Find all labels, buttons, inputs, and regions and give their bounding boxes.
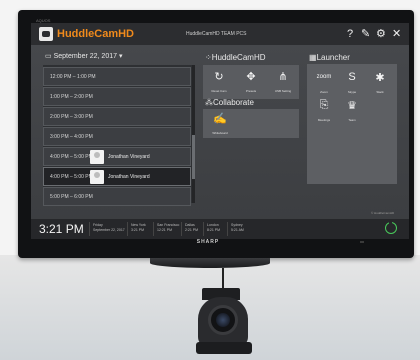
calendar-date-picker[interactable]: ▭ September 22, 2017 ▾ — [45, 52, 122, 60]
reset-cam-tile[interactable]: ↻ Reset Cam — [206, 68, 232, 96]
room-name: HuddleCamHD TEAM PCS — [186, 31, 247, 37]
whiteboard-tile[interactable]: ✍ Whiteboard — [207, 110, 233, 138]
share-icon: ⁂ — [205, 98, 213, 107]
slot-time: 12:00 PM – 1:00 PM — [50, 74, 96, 80]
launcher-app-zoom[interactable]: zoom Zoom — [311, 69, 337, 97]
slot-organizer: Jonathan Vineyard — [108, 174, 150, 180]
usb-icon: ⋔ — [278, 71, 288, 83]
avatar — [90, 170, 104, 184]
tile-label: Reset Cam — [211, 89, 227, 93]
divider — [89, 222, 90, 236]
camera-lens-icon — [216, 313, 230, 327]
avatar — [90, 150, 104, 164]
calendar-slot[interactable]: 5:00 PM – 6:00 PM — [43, 187, 191, 206]
huddle-section-title: ⁘HuddleCamHD — [205, 53, 266, 62]
zone-dallas: Dallas 2:21 PM — [185, 223, 199, 232]
skype-icon: S — [348, 71, 356, 83]
close-icon[interactable]: ✕ — [392, 27, 401, 41]
app-label: Skype — [347, 90, 357, 94]
huddle-controls-panel: ↻ Reset Cam ✥ Presets ⋔ USB Setting — [203, 65, 299, 99]
app-topbar: HuddleCamHD HuddleCamHD TEAM PCS ? ✎ ⚙ ✕ — [31, 23, 409, 45]
chevron-down-icon: ▾ — [117, 53, 123, 60]
divider — [203, 222, 204, 236]
calendar-scrollbar-thumb[interactable] — [192, 135, 195, 179]
presets-tile[interactable]: ✥ Presets — [238, 68, 264, 96]
zone-sydney: Sydney 5:21 AM — [231, 223, 244, 232]
divider — [127, 222, 128, 236]
app-label: Zoom — [320, 90, 328, 94]
launcher-section-title: ▦Launcher — [309, 53, 350, 62]
usb-setting-tile[interactable]: ⋔ USB Setting — [270, 68, 296, 96]
app-label: Meetings — [317, 118, 331, 122]
calendar-slot-selected[interactable]: 4:00 PM – 5:00 PM Jonathan Vineyard — [43, 167, 191, 186]
calendar-scrollbar[interactable] — [192, 65, 195, 203]
tile-label: USB Setting — [274, 89, 292, 93]
calendar-date: September 22, 2017 — [53, 53, 117, 60]
divider — [227, 222, 228, 236]
slot-time: 3:00 PM – 4:00 PM — [50, 134, 93, 140]
tv-power-led — [360, 241, 364, 243]
tv-stand — [150, 258, 270, 268]
team-icon: ♛ — [347, 100, 357, 112]
launcher-app-slack[interactable]: ✱ Slack — [367, 69, 393, 97]
collaborate-section-title: ⁂Collaborate — [205, 98, 254, 107]
zoom-icon: zoom — [316, 74, 332, 80]
status-bar: 3:21 PM Friday September 22, 2017 New Yo… — [31, 219, 409, 239]
focus-icon: ✥ — [246, 71, 256, 83]
launcher-app-meetings[interactable]: ⎘ Meetings — [311, 97, 337, 125]
calendar-slot[interactable]: 3:00 PM – 4:00 PM — [43, 127, 191, 146]
slot-organizer: Jonathan Vineyard — [108, 154, 150, 160]
launcher-app-skype[interactable]: S Skype — [339, 69, 365, 97]
collaborate-panel: ✍ Whiteboard — [203, 109, 299, 138]
calendar-icon: ▭ — [45, 53, 54, 60]
camera-logo-icon — [39, 27, 53, 41]
zone-ny: New York 3:21 PM — [131, 223, 146, 232]
gear-icon[interactable]: ⚙ — [376, 27, 386, 41]
divider — [181, 222, 182, 236]
power-icon[interactable] — [385, 221, 397, 234]
grid-icon: ▦ — [309, 53, 317, 62]
tv-brand-label: SHARP — [196, 239, 220, 245]
refresh-icon: ↻ — [214, 71, 224, 83]
app-screen: HuddleCamHD HuddleCamHD TEAM PCS ? ✎ ⚙ ✕… — [31, 23, 409, 239]
slot-time: 4:00 PM – 5:00 PM — [50, 174, 93, 180]
slot-time: 4:00 PM – 5:00 PM — [50, 154, 93, 160]
camera-base — [196, 342, 252, 354]
calendar-slot[interactable]: 1:00 PM – 2:00 PM — [43, 87, 191, 106]
grid-dots-icon: ⁘ — [205, 53, 212, 62]
help-icon[interactable]: ? — [347, 27, 353, 41]
slot-time: 1:00 PM – 2:00 PM — [50, 94, 93, 100]
divider — [153, 222, 154, 236]
calendar-slot[interactable]: 12:00 PM – 1:00 PM — [43, 67, 191, 86]
launcher-panel: zoom Zoom S Skype ✱ Slack ⎘ Meetings ♛ T… — [307, 64, 397, 184]
slot-time: 5:00 PM – 6:00 PM — [50, 194, 93, 200]
meetings-icon: ⎘ — [319, 99, 329, 111]
app-label: Team — [348, 118, 356, 122]
calendar-schedule-list: 12:00 PM – 1:00 PM 1:00 PM – 2:00 PM 2:0… — [43, 65, 195, 206]
edit-icon[interactable]: ✎ — [361, 27, 370, 41]
slot-time: 2:00 PM – 3:00 PM — [50, 114, 93, 120]
launcher-app-team[interactable]: ♛ Team — [339, 97, 365, 125]
clock-time: 3:21 PM — [39, 222, 84, 236]
slack-icon: ✱ — [375, 72, 385, 84]
camera-mount-pole — [222, 268, 224, 290]
zone-sf: San Francisco 12:21 PM — [157, 223, 180, 232]
app-brand: HuddleCamHD — [57, 28, 135, 40]
whiteboard-icon: ✍ — [213, 113, 227, 125]
tile-label: Whiteboard — [212, 131, 228, 135]
app-label: Slack — [376, 90, 384, 94]
zone-london: London 8:21 PM — [207, 223, 221, 232]
tile-label: Presets — [245, 89, 257, 93]
calendar-slot[interactable]: 2:00 PM – 3:00 PM — [43, 107, 191, 126]
status-date: Friday September 22, 2017 — [93, 223, 125, 232]
calendar-slot[interactable]: 4:00 PM – 5:00 PM Jonathan Vineyard — [43, 147, 191, 166]
status-mark: © HuddleCamHD — [371, 211, 395, 215]
